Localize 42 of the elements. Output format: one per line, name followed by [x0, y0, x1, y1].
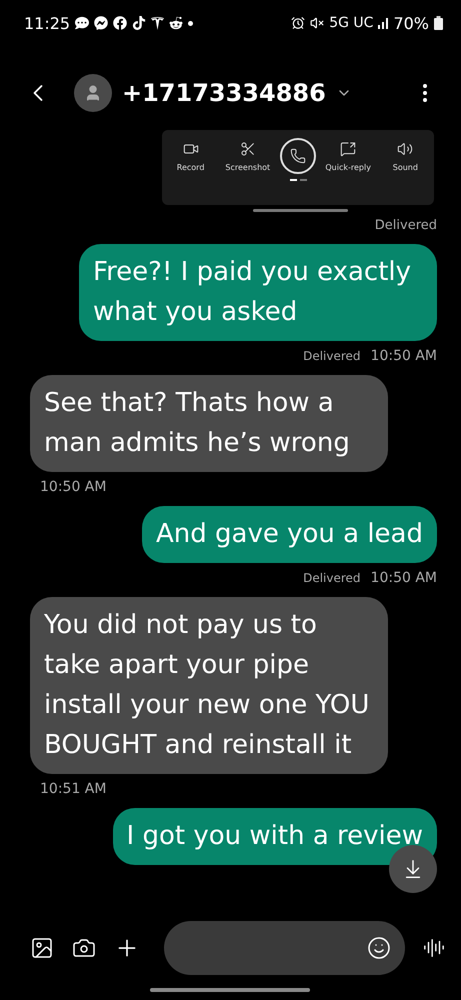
delivery-status: Delivered	[303, 349, 361, 363]
app-notification-icon	[132, 16, 146, 30]
contact-name[interactable]: +17173334886	[122, 79, 326, 107]
battery-icon	[434, 16, 443, 30]
phone-icon[interactable]	[290, 148, 306, 164]
status-time: 11:25	[24, 14, 70, 32]
call-action-button[interactable]: Screenshot	[222, 140, 273, 172]
battery-level: 70%	[393, 14, 429, 32]
message-bubble: And gave you a lead	[142, 506, 437, 563]
delivery-status: Delivered	[374, 218, 437, 233]
call-button[interactable]	[280, 138, 316, 174]
app-notification-icon	[113, 16, 128, 30]
mute-icon	[310, 16, 324, 30]
message-time: 10:50 AM	[370, 348, 437, 364]
message-bubble: I got you with a review	[112, 808, 437, 865]
message-time: 10:50 AM	[370, 570, 437, 586]
app-notification-icon	[169, 16, 184, 30]
scroll-down-button[interactable]	[389, 845, 437, 893]
contact-avatar[interactable]	[74, 74, 112, 112]
message-input-field[interactable]	[164, 921, 405, 975]
dot-icon	[188, 20, 194, 26]
call-action-button[interactable]: Sound	[380, 140, 430, 172]
call-action-button[interactable]: Record	[166, 140, 216, 172]
signal-icon	[378, 17, 388, 29]
message-bubble: You did not pay us to take apart your pipe install your new one YOU BOUGHT and reinstall it	[30, 597, 388, 774]
alarm-icon	[291, 16, 306, 30]
sound-icon[interactable]	[397, 140, 414, 156]
app-notification-icon	[151, 16, 164, 30]
message-bubble: Free?! I paid you exactly what you asked	[79, 244, 437, 341]
delivery-status: Delivered	[303, 571, 361, 585]
emoji-button[interactable]	[367, 936, 391, 960]
message-time: 10:51 AM	[40, 781, 106, 797]
call-action-button[interactable]: Quick-reply	[323, 140, 374, 172]
app-notification-icon	[75, 16, 90, 30]
voice-button[interactable]	[423, 937, 445, 959]
message-time: 10:50 AM	[40, 479, 106, 495]
quick-reply-icon[interactable]	[340, 140, 356, 156]
app-notification-icon	[94, 16, 108, 30]
gallery-button[interactable]	[30, 936, 54, 960]
network-label: 5G UC	[329, 15, 374, 31]
screenshot-icon[interactable]	[240, 140, 256, 156]
message-bubble: See that? Thats how a man admits he’s wrong	[30, 375, 388, 472]
